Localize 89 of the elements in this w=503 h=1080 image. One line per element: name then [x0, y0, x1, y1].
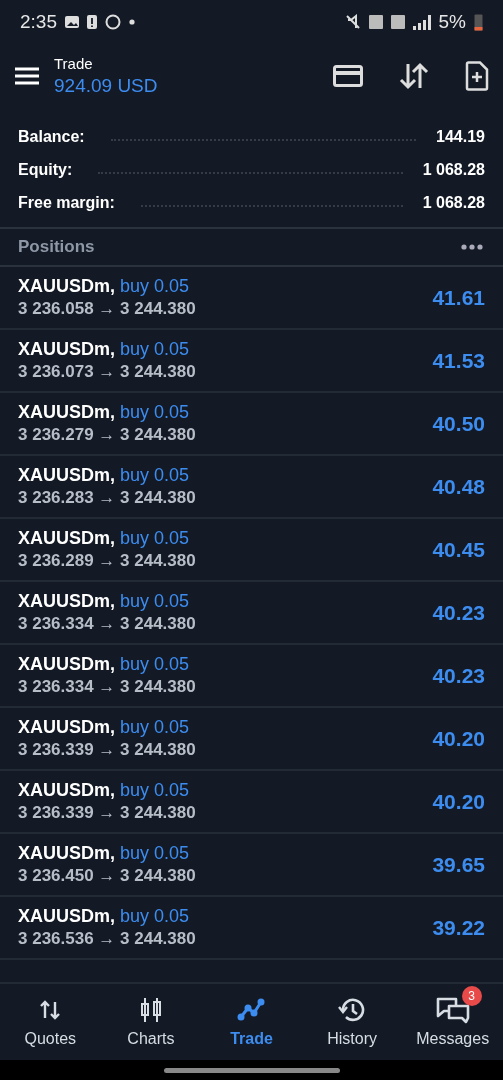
summary-label: Free margin: — [18, 193, 115, 212]
order-side: buy 0.05 — [120, 906, 190, 926]
profit-value: 41.53 — [432, 348, 485, 373]
position-row[interactable]: XAUUSDm, buy 0.05 3 236.334 → 3 244.380 40.23 — [0, 582, 503, 645]
price-range: 3 236.334 → 3 244.380 — [18, 677, 196, 697]
account-balance[interactable]: 924.09 USD — [54, 75, 297, 97]
unread-badge: 3 — [461, 986, 482, 1006]
price-range: 3 236.536 → 3 244.380 — [18, 929, 196, 949]
position-row[interactable]: XAUUSDm, buy 0.05 3 236.334 → 3 244.380 40.23 — [0, 645, 503, 708]
summary-value: 1 068.28 — [422, 160, 485, 179]
history-icon — [338, 997, 367, 1023]
order-side: buy 0.05 — [120, 402, 190, 422]
profit-value: 40.50 — [432, 411, 485, 436]
position-row[interactable]: XAUUSDm, buy 0.05 3 236.450 → 3 244.380 39.65 — [0, 834, 503, 897]
status-time: 2:35 — [20, 11, 57, 33]
dot-icon — [129, 19, 135, 25]
profit-value: 40.23 — [432, 663, 485, 688]
nav-tab[interactable]: Quotes — [0, 984, 101, 1060]
order-side: buy 0.05 — [120, 843, 190, 863]
alert-icon — [87, 15, 97, 29]
nav-tab[interactable]: 3 Messages — [402, 984, 503, 1060]
trend-line-icon — [237, 998, 266, 1022]
summary-value: 1 068.28 — [422, 193, 485, 212]
battery-icon — [474, 13, 483, 31]
price-range: 3 236.450 → 3 244.380 — [18, 866, 196, 886]
price-range: 3 236.339 → 3 244.380 — [18, 803, 196, 823]
symbol: XAUUSDm, — [18, 339, 115, 359]
price-range: 3 236.073 → 3 244.380 — [18, 362, 196, 382]
order-side: buy 0.05 — [120, 465, 190, 485]
sort-icon[interactable] — [399, 62, 429, 90]
chat-bubbles-icon — [435, 996, 470, 1024]
battery-level: 5% — [438, 11, 466, 33]
price-range: 3 236.283 → 3 244.380 — [18, 488, 196, 508]
new-order-icon[interactable] — [465, 61, 489, 91]
symbol: XAUUSDm, — [18, 465, 115, 485]
position-row[interactable]: XAUUSDm, buy 0.05 3 236.289 → 3 244.380 40.45 — [0, 519, 503, 582]
order-side: buy 0.05 — [120, 654, 190, 674]
section-title: Positions — [18, 237, 95, 257]
order-side: buy 0.05 — [120, 339, 190, 359]
symbol: XAUUSDm, — [18, 654, 115, 674]
nav-tab[interactable]: History — [301, 984, 403, 1060]
up-down-arrows-icon — [39, 999, 62, 1021]
order-side: buy 0.05 — [120, 591, 190, 611]
symbol: XAUUSDm, — [18, 591, 115, 611]
image-icon — [65, 16, 79, 28]
profit-value: 40.23 — [432, 600, 485, 625]
position-row[interactable]: XAUUSDm, buy 0.05 3 236.339 → 3 244.380 40.20 — [0, 771, 503, 834]
profit-value: 40.45 — [432, 537, 485, 562]
position-row[interactable]: XAUUSDm, buy 0.05 3 236.279 → 3 244.380 40.50 — [0, 393, 503, 456]
price-range: 3 236.289 → 3 244.380 — [18, 551, 196, 571]
symbol: XAUUSDm, — [18, 906, 115, 926]
position-row[interactable]: XAUUSDm, buy 0.05 3 236.073 → 3 244.380 41.53 — [0, 330, 503, 393]
profit-value: 40.20 — [432, 726, 485, 751]
symbol: XAUUSDm, — [18, 780, 115, 800]
order-side: buy 0.05 — [120, 528, 190, 548]
symbol: XAUUSDm, — [18, 528, 115, 548]
price-range: 3 236.334 → 3 244.380 — [18, 614, 196, 634]
menu-icon[interactable] — [14, 66, 40, 86]
symbol: XAUUSDm, — [18, 717, 115, 737]
profit-value: 41.61 — [432, 285, 485, 310]
order-side: buy 0.05 — [120, 780, 190, 800]
summary-label: Balance: — [18, 127, 85, 146]
symbol: XAUUSDm, — [18, 402, 115, 422]
order-side: buy 0.05 — [120, 717, 190, 737]
home-indicator[interactable] — [163, 1067, 340, 1073]
order-side: buy 0.05 — [120, 276, 190, 296]
price-range: 3 236.058 → 3 244.380 — [18, 299, 196, 319]
profit-value: 40.20 — [432, 789, 485, 814]
position-row[interactable]: XAUUSDm, buy 0.05 3 236.283 → 3 244.380 40.48 — [0, 456, 503, 519]
profit-value: 39.22 — [432, 915, 485, 940]
symbol: XAUUSDm, — [18, 843, 115, 863]
more-icon[interactable] — [461, 244, 483, 250]
price-range: 3 236.279 → 3 244.380 — [18, 425, 196, 445]
position-row[interactable]: XAUUSDm, buy 0.05 3 236.536 → 3 244.380 39.22 — [0, 897, 503, 960]
mute-icon — [344, 14, 361, 30]
card-icon[interactable] — [333, 65, 363, 87]
position-row[interactable]: XAUUSDm, buy 0.05 3 236.339 → 3 244.380 40.20 — [0, 708, 503, 771]
summary-value: 144.19 — [436, 127, 485, 146]
nav-tab[interactable]: Charts — [100, 984, 202, 1060]
candlestick-icon — [138, 997, 163, 1023]
profit-value: 39.65 — [432, 852, 485, 877]
position-row[interactable]: XAUUSDm, buy 0.05 3 236.058 → 3 244.380 41.61 — [0, 267, 503, 330]
symbol: XAUUSDm, — [18, 276, 115, 296]
summary-label: Equity: — [18, 160, 73, 179]
signal-icon — [412, 14, 431, 30]
screen-title: Trade — [54, 55, 94, 72]
nav-tab[interactable]: Trade — [201, 984, 302, 1060]
price-range: 3 236.339 → 3 244.380 — [18, 740, 196, 760]
profit-value: 40.48 — [432, 474, 485, 499]
